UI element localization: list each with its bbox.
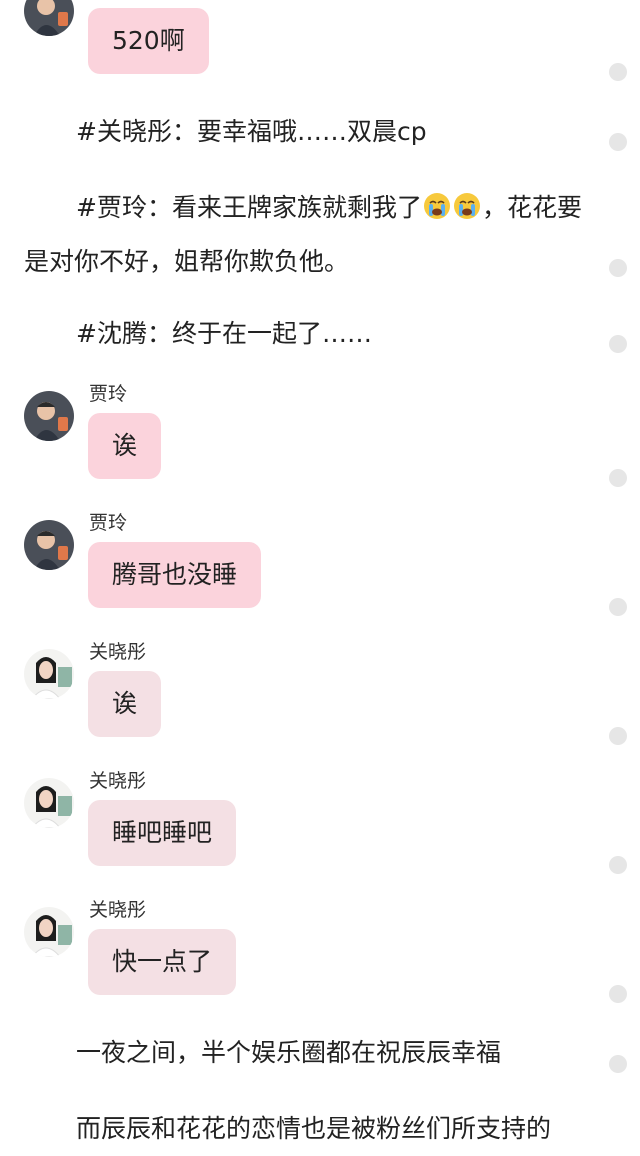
- sender-name: 关晓彤: [89, 899, 147, 921]
- scroll-dot: [609, 335, 627, 353]
- scroll-dot: [609, 133, 627, 151]
- sender-name: 贾玲: [89, 383, 128, 405]
- avatar[interactable]: [24, 778, 74, 828]
- paragraph-text: #沈腾：终于在一起了……: [76, 319, 372, 348]
- paragraph-text: #关晓彤：要幸福哦……双晨cp: [76, 117, 427, 146]
- scroll-dot: [609, 598, 627, 616]
- message-bubble[interactable]: 睡吧睡吧: [88, 800, 237, 866]
- message-text: 睡吧睡吧: [112, 818, 213, 847]
- avatar[interactable]: [24, 649, 74, 699]
- paragraph-text: 一夜之间，半个娱乐圈都在祝辰辰幸福: [76, 1038, 502, 1067]
- avatar[interactable]: [24, 391, 74, 441]
- avatar[interactable]: [24, 0, 74, 36]
- message-text: 腾哥也没睡: [112, 560, 238, 589]
- scroll-dot: [609, 727, 627, 745]
- crying-face-icon: [423, 193, 450, 219]
- scroll-dot: [609, 856, 627, 874]
- message-text: 快一点了: [112, 947, 213, 976]
- paragraph: #贾玲：看来王牌家族就剩我了 ，花花要是对你不好，姐帮你欺负他。: [24, 181, 584, 289]
- paragraph-text: #贾玲：看来王牌家族就剩我了: [76, 193, 422, 222]
- avatar[interactable]: [24, 520, 74, 570]
- message-bubble[interactable]: 诶: [88, 671, 162, 737]
- sender-name: 贾玲: [89, 512, 128, 534]
- message-text: 520啊: [112, 26, 185, 55]
- sender-name: 关晓彤: [89, 641, 147, 663]
- crying-face-icon: [453, 193, 480, 219]
- scroll-dot: [609, 469, 627, 487]
- paragraph: 一夜之间，半个娱乐圈都在祝辰辰幸福: [24, 1026, 584, 1080]
- paragraph: #沈腾：终于在一起了……: [24, 307, 584, 361]
- scroll-dot: [609, 259, 627, 277]
- scroll-dot: [609, 63, 627, 81]
- message-text: 诶: [112, 689, 138, 718]
- scroll-dot: [609, 1055, 627, 1073]
- message-bubble[interactable]: 快一点了: [88, 929, 237, 995]
- paragraph-text: 而辰辰和花花的恋情也是被粉丝们所支持的: [76, 1114, 552, 1143]
- message-bubble[interactable]: 腾哥也没睡: [88, 542, 262, 608]
- message-text: 诶: [112, 431, 138, 460]
- paragraph: #关晓彤：要幸福哦……双晨cp: [24, 105, 584, 159]
- scroll-dot: [609, 985, 627, 1003]
- avatar[interactable]: [24, 907, 74, 957]
- sender-name: 关晓彤: [89, 770, 147, 792]
- message-bubble[interactable]: 诶: [88, 413, 162, 479]
- message-bubble[interactable]: 520啊: [88, 8, 209, 74]
- paragraph: 而辰辰和花花的恋情也是被粉丝们所支持的: [24, 1102, 584, 1156]
